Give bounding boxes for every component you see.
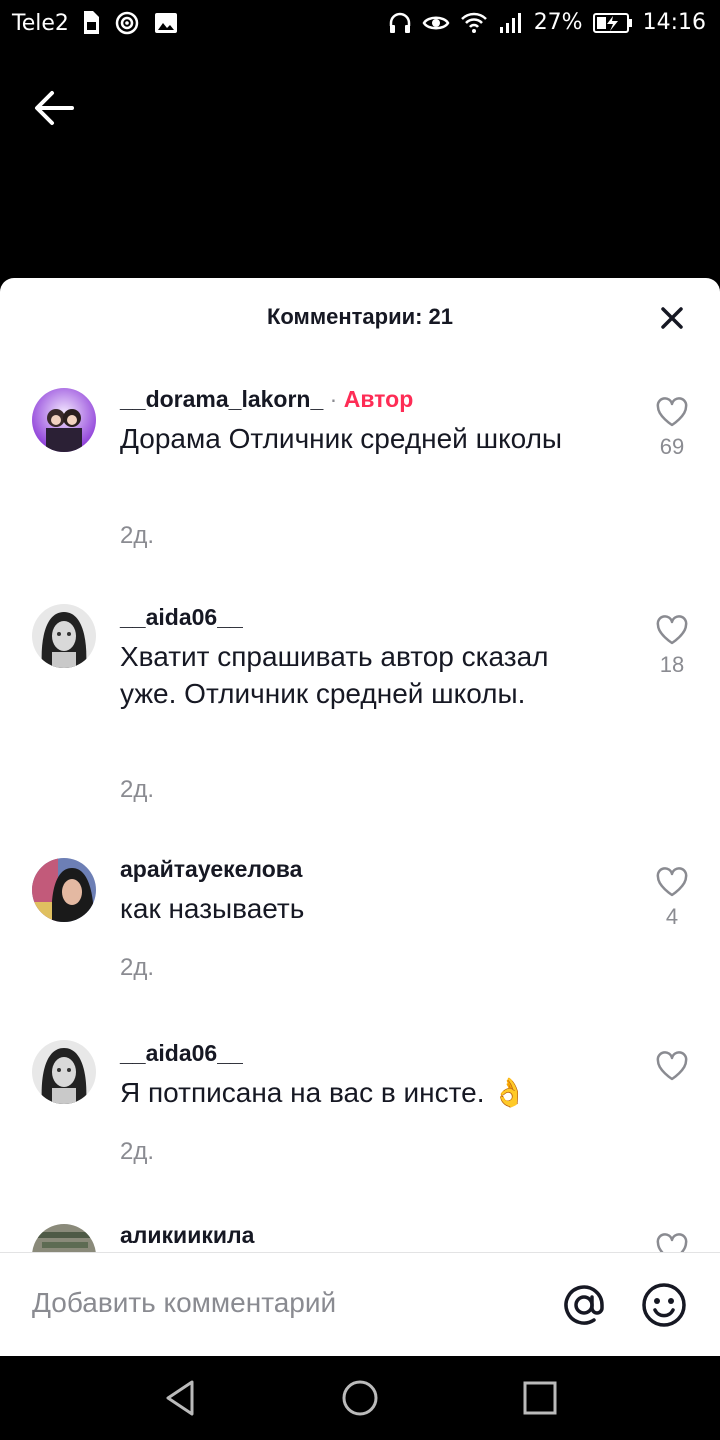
smiley-icon (642, 1283, 686, 1327)
like-button[interactable]: 4 (652, 866, 692, 930)
comment-text: как называеть (120, 893, 305, 924)
square-recents-icon (523, 1381, 557, 1415)
separator-dot: · (329, 386, 338, 412)
notification-icons (80, 10, 178, 36)
comment-text: Я потписана на вас в инсте. 👌 (120, 1077, 528, 1108)
like-count: 18 (659, 652, 685, 677)
hotspot-icon (115, 11, 139, 35)
at-sign-icon (564, 1285, 604, 1325)
avatar[interactable] (32, 1224, 96, 1252)
sim-card-icon (84, 11, 99, 34)
triangle-back-icon (166, 1380, 194, 1416)
comments-sheet: Комментарии: 21 __dorama_lakorn_ · Автор… (0, 278, 720, 1356)
comment-time: 2д. (120, 522, 155, 549)
battery-percent: 27% (533, 10, 583, 35)
avatar[interactable] (32, 604, 96, 668)
username-text: __dorama_lakorn_ (120, 386, 324, 412)
carrier-name: Tele2 (12, 11, 69, 36)
heart-outline-icon (656, 867, 688, 897)
comment-username[interactable]: __dorama_lakorn_ · Автор (120, 386, 413, 413)
comment-username[interactable]: __aida06__ (120, 1040, 243, 1067)
system-icons: 27% 14:16 (388, 10, 706, 35)
headphones-icon (389, 12, 410, 33)
comment-list[interactable]: Комментарии: 21 __dorama_lakorn_ · Автор… (0, 278, 720, 1252)
close-button[interactable] (656, 302, 688, 334)
comment-input-bar: Добавить комментарий (0, 1252, 720, 1356)
like-button[interactable]: 69 (652, 396, 692, 460)
battery-charging-icon (592, 12, 632, 33)
comment-text: Хватит спрашивать автор сказал уже. Отли… (120, 641, 549, 709)
avatar[interactable] (32, 388, 96, 452)
mention-button[interactable] (560, 1281, 608, 1329)
heart-outline-icon (656, 1051, 688, 1081)
circle-home-icon (342, 1380, 378, 1416)
clock: 14:16 (642, 10, 706, 35)
comment-text: Дорама Отличник средней школы (120, 423, 563, 454)
comment-username[interactable]: аликиикила (120, 1222, 254, 1249)
comment-time: 2д. (120, 954, 155, 981)
status-bar: Tele2 27% 14:16 (0, 0, 720, 50)
comment-username[interactable]: __aida06__ (120, 604, 243, 631)
nav-back-button[interactable] (160, 1376, 200, 1425)
heart-outline-icon (656, 397, 688, 427)
avatar[interactable] (32, 858, 96, 922)
comment-time: 2д. (120, 776, 155, 803)
author-badge: Автор (343, 386, 414, 412)
like-count: 69 (659, 434, 685, 459)
arrow-left-icon (35, 91, 74, 125)
like-button[interactable] (652, 1232, 692, 1252)
sheet-title: Комментарии: 21 (266, 304, 454, 329)
nav-home-button[interactable] (340, 1376, 380, 1425)
gallery-icon (155, 13, 177, 33)
emoji-button[interactable] (640, 1281, 688, 1329)
comment-input[interactable]: Добавить комментарий (32, 1287, 336, 1319)
signal-icon (499, 12, 521, 33)
system-navigation-bar (0, 1356, 720, 1440)
like-count: 4 (665, 904, 679, 929)
eye-icon (422, 16, 450, 29)
comment-username[interactable]: арайтауекелова (120, 856, 302, 883)
avatar[interactable] (32, 1040, 96, 1104)
back-button[interactable] (28, 82, 80, 134)
comment-time: 2д. (120, 1138, 155, 1165)
wifi-icon (460, 12, 487, 33)
close-icon (661, 307, 683, 329)
like-button[interactable]: 18 (652, 614, 692, 678)
heart-outline-icon (656, 1233, 688, 1252)
heart-outline-icon (656, 615, 688, 645)
nav-recents-button[interactable] (520, 1376, 560, 1425)
like-button[interactable] (652, 1050, 692, 1082)
